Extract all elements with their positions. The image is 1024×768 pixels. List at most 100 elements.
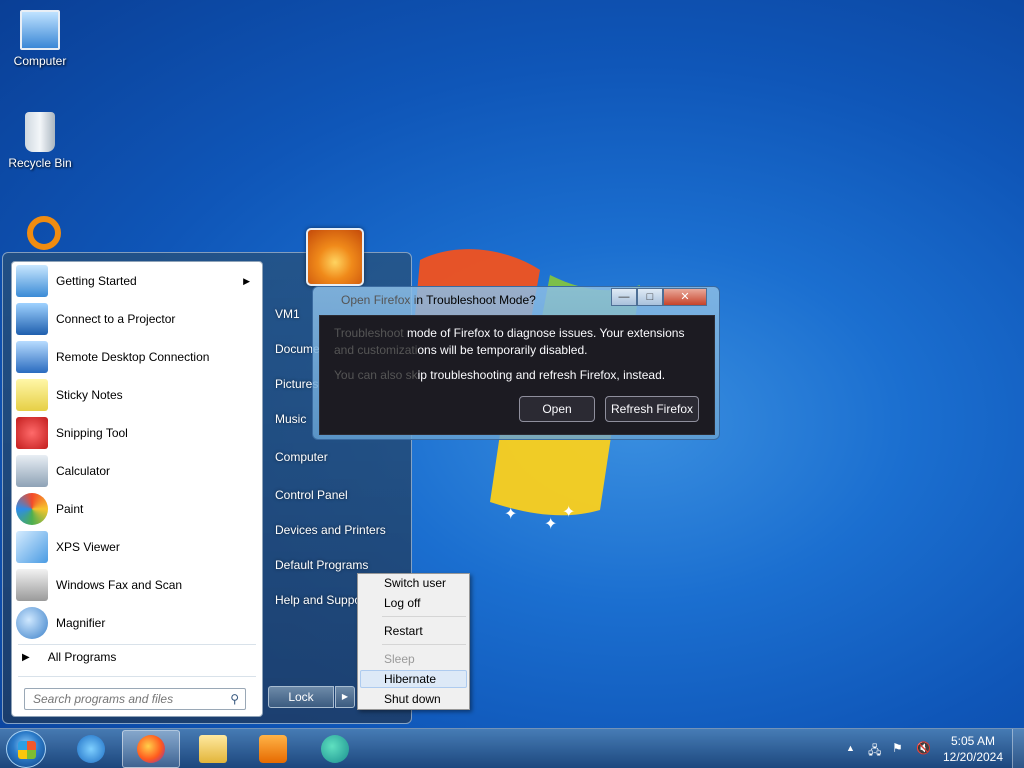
close-button[interactable]: ✕ [663,288,707,306]
maximize-button[interactable]: □ [637,288,663,306]
search-box[interactable]: ⚲ [24,688,246,710]
all-programs-button[interactable]: ▶ All Programs [22,650,116,664]
menu-item-shut-down[interactable]: Shut down [384,692,441,706]
menu-item-log-off[interactable]: Log off [384,596,420,610]
refresh-firefox-button[interactable]: Refresh Firefox [605,396,699,422]
search-input[interactable] [33,692,213,706]
magnifier-icon [16,607,48,639]
sparkle: ✦ [504,506,518,523]
clock-time: 5:05 AM [950,734,996,748]
menu-divider [382,616,466,617]
fax-scanner-icon [16,569,48,601]
taskbar-edge[interactable] [306,730,364,768]
program-label: Sticky Notes [56,388,123,402]
program-snipping-tool[interactable]: Snipping Tool [12,414,262,452]
desktop-icon-computer[interactable]: Computer [2,10,78,68]
start-button[interactable] [6,730,46,768]
taskbar-media-player[interactable] [244,730,302,768]
link-devices-printers[interactable]: Devices and Printers [275,523,386,537]
show-desktop-button[interactable] [1012,729,1024,768]
desktop-icon-recycle-bin[interactable]: Recycle Bin [2,112,78,170]
desktop-icon-label: Computer [13,54,67,68]
program-label: Windows Fax and Scan [56,578,183,592]
divider [18,644,256,645]
power-options-menu: Switch user Log off Restart Sleep Hibern… [357,573,470,710]
firefox-icon [137,735,165,763]
program-calculator[interactable]: Calculator [12,452,262,490]
user-avatar[interactable] [306,228,364,286]
right-arrow-icon: ▶ [22,651,30,663]
link-control-panel[interactable]: Control Panel [275,488,348,502]
desktop-icon-app[interactable] [6,216,82,254]
sparkle: ✦ [562,504,576,521]
program-label: Connect to a Projector [56,312,176,326]
projector-icon [16,303,48,335]
program-label: Remote Desktop Connection [56,350,210,364]
dialog-body: Troubleshoot mode of Firefox to diagnose… [319,315,715,435]
volume-muted-icon[interactable]: 🔇 [916,741,931,755]
menu-item-restart[interactable]: Restart [384,624,423,638]
obscured-text: and customizati [334,343,418,357]
calculator-icon [16,455,48,487]
clock-date: 12/20/2024 [942,750,1004,764]
media-player-icon [259,735,287,763]
power-options-arrow-button[interactable]: ▶ [335,686,355,708]
desktop-icon-label: Recycle Bin [8,156,72,170]
menu-item-hibernate[interactable]: Hibernate [384,672,436,686]
system-clock[interactable]: 5:05 AM 12/20/2024 [938,733,1008,765]
sticky-notes-icon [16,379,48,411]
open-button[interactable]: Open [519,396,595,422]
scissors-icon [16,417,48,449]
program-remote-desktop[interactable]: Remote Desktop Connection [12,338,262,376]
dialog-message-line: Troubleshoot mode of Firefox to diagnose… [334,326,684,340]
program-label: XPS Viewer [56,540,120,554]
visible-text: mode of Firefox to diagnose issues. Your… [406,326,685,340]
lock-button[interactable]: Lock [268,686,334,708]
link-computer[interactable]: Computer [275,450,328,464]
obscured-text: Troubleshoot [334,326,407,340]
program-label: Getting Started [56,274,137,288]
program-sticky-notes[interactable]: Sticky Notes [12,376,262,414]
firefox-troubleshoot-dialog: Open Firefox in Troubleshoot Mode? — □ ✕… [312,286,720,440]
orange-ring-icon [27,216,61,250]
program-magnifier[interactable]: Magnifier [12,604,262,642]
minimize-button[interactable]: — [611,288,637,306]
paint-palette-icon [16,493,48,525]
link-music[interactable]: Music [275,412,306,426]
sparkle: ✦ [544,516,558,533]
dialog-title-visible: n Troubleshoot Mode? [416,293,536,307]
taskbar-internet-explorer[interactable] [62,730,120,768]
internet-explorer-icon [77,735,105,763]
network-icon[interactable]: 🖧 [868,741,881,762]
program-label: Paint [56,502,84,516]
search-icon[interactable]: ⚲ [230,692,239,706]
program-connect-projector[interactable]: Connect to a Projector [12,300,262,338]
taskbar-file-explorer[interactable] [184,730,242,768]
program-fax-scan[interactable]: Windows Fax and Scan [12,566,262,604]
taskbar-firefox[interactable] [122,730,180,768]
program-getting-started[interactable]: Getting Started ▶ [12,262,262,300]
visible-text: ip troubleshooting and refresh Firefox, … [417,368,666,382]
recycle-bin-icon [25,112,55,152]
menu-item-sleep: Sleep [384,652,415,666]
folder-icon [199,735,227,763]
menu-item-switch-user[interactable]: Switch user [384,576,446,590]
program-label: Magnifier [56,616,106,630]
program-paint[interactable]: Paint [12,490,262,528]
edge-icon [321,735,349,763]
link-help-support[interactable]: Help and Support [275,593,368,607]
link-user[interactable]: VM1 [275,307,300,321]
taskbar: ▲ 🖧 ⚑ 🔇 5:05 AM 12/20/2024 [0,728,1024,768]
dialog-title-obscured: Open Firefox i [341,293,417,307]
computer-icon [20,10,60,50]
show-hidden-icons-icon[interactable]: ▲ [846,743,855,753]
link-default-programs[interactable]: Default Programs [275,558,368,572]
program-xps-viewer[interactable]: XPS Viewer [12,528,262,566]
all-programs-label: All Programs [47,650,117,664]
action-center-flag-icon[interactable]: ⚑ [892,741,903,755]
dialog-message-line: You can also skip troubleshooting and re… [334,368,665,382]
windows-flag-icon [18,741,36,759]
obscured-text: You can also sk [334,368,418,382]
visible-text: ons will be temporarily disabled. [417,343,588,357]
getting-started-icon [16,265,48,297]
